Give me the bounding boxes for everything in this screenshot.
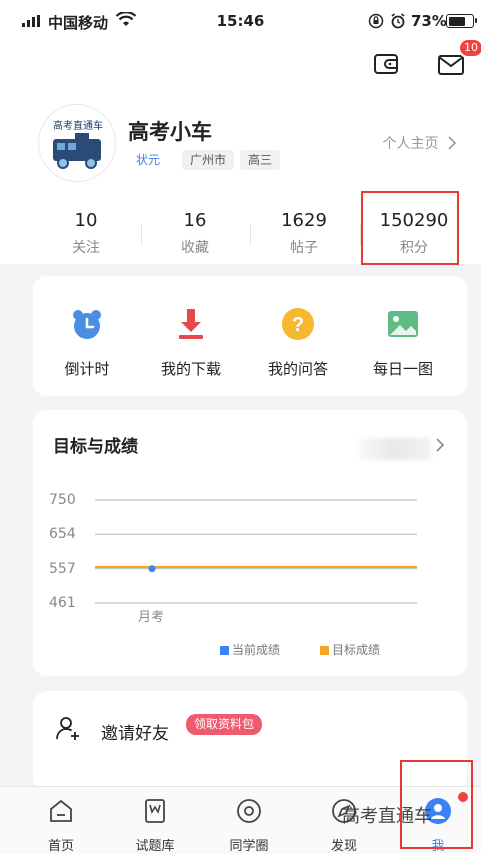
stat-label: 帖子 [290,240,318,256]
rank-tag: 状元 [136,153,161,167]
battery-percent: 73% [411,12,447,30]
home-icon [50,799,72,822]
wallet-icon[interactable] [372,50,400,78]
y-tick-label: 750 [49,492,76,508]
battery-icon [446,14,477,28]
stat-value: 10 [74,210,98,231]
homepage-link[interactable]: 个人主页 [383,133,457,153]
question-icon: ? [282,308,314,340]
points-highlight-box [361,191,459,265]
menu-qa[interactable]: ? 我的问答 [244,306,352,379]
goals-title: 目标与成绩 [53,437,138,457]
materials-pill[interactable]: 领取资料包 [186,714,263,735]
goals-card: 目标与成绩 750 654 557 461 月考 当前成绩 目标成绩 [33,410,467,676]
tab-home[interactable]: 首页 [16,797,106,854]
message-badge: 10 [458,38,481,58]
legend-current: 当前成绩 [220,641,280,658]
tab-label: 试题库 [135,839,175,854]
legend-label: 当前成绩 [232,643,281,657]
city-tag: 广州市 [182,150,235,170]
tab-classmates[interactable]: 同学圈 [204,797,294,854]
legend-swatch [320,646,329,655]
tab-question-bank[interactable]: 试题库 [110,797,200,854]
chevron-right-icon [448,136,457,150]
svg-text:?: ? [292,314,304,336]
legend-swatch [220,646,229,655]
y-tick-label: 654 [49,526,76,542]
homepage-link-label: 个人主页 [382,136,439,152]
image-icon [388,311,418,337]
stat-posts[interactable]: 1629 帖子 [249,210,359,257]
stat-following[interactable]: 10 关注 [31,210,141,257]
tab-label: 首页 [47,839,74,854]
status-bar: 中国移动 15:46 73% [0,0,481,44]
menu-countdown[interactable]: 倒计时 [33,306,141,379]
legend-label: 目标成绩 [332,643,381,657]
tab-label: 同学圈 [229,839,269,854]
clock: 15:46 [216,12,265,30]
add-user-icon [56,717,79,740]
menu-daily-image[interactable]: 每日一图 [349,306,457,379]
alarm-clock-icon [73,310,101,339]
current-score-point [148,565,156,573]
menu-downloads[interactable]: 我的下载 [137,306,245,379]
rotation-lock-icon [368,13,384,29]
stat-value: 1629 [281,210,327,231]
avatar[interactable]: 高考直通车 [38,104,116,182]
menu-label: 我的问答 [267,360,328,378]
top-bar: 10 [0,38,481,92]
invite-label: 邀请好友 [101,724,169,744]
menu-label: 倒计时 [64,360,110,378]
download-icon [179,309,203,339]
grade-tag: 高三 [240,150,281,170]
stat-value: 16 [183,210,207,231]
circle-icon [237,799,261,823]
question-bank-icon [145,799,165,823]
user-name: 高考小车 [128,120,212,144]
menu-label: 每日一图 [372,360,433,378]
alarm-icon [391,13,405,29]
x-tick-label: 月考 [138,610,165,625]
legend-target: 目标成绩 [320,641,380,658]
avatar-bus-icon: 高考直通车 [53,119,103,169]
shortcut-menu: 倒计时 我的下载 ? 我的问答 每日一图 [33,276,467,396]
tab-label: 发现 [330,839,357,854]
me-tab-highlight-box [400,760,473,849]
chevron-right-icon[interactable] [435,438,445,452]
avatar-logo-text: 高考直通车 [53,119,103,132]
stat-favorites[interactable]: 16 收藏 [140,210,250,257]
y-tick-label: 557 [49,561,76,577]
stat-label: 收藏 [181,240,209,256]
profile-section: 高考直通车 高考小车 状元 广州市 高三 个人主页 10 关注 16 收藏 16… [0,92,481,265]
stat-label: 关注 [72,240,100,256]
menu-label: 我的下载 [160,360,221,378]
y-tick-label: 461 [49,595,76,611]
blurred-target-text [357,438,431,460]
